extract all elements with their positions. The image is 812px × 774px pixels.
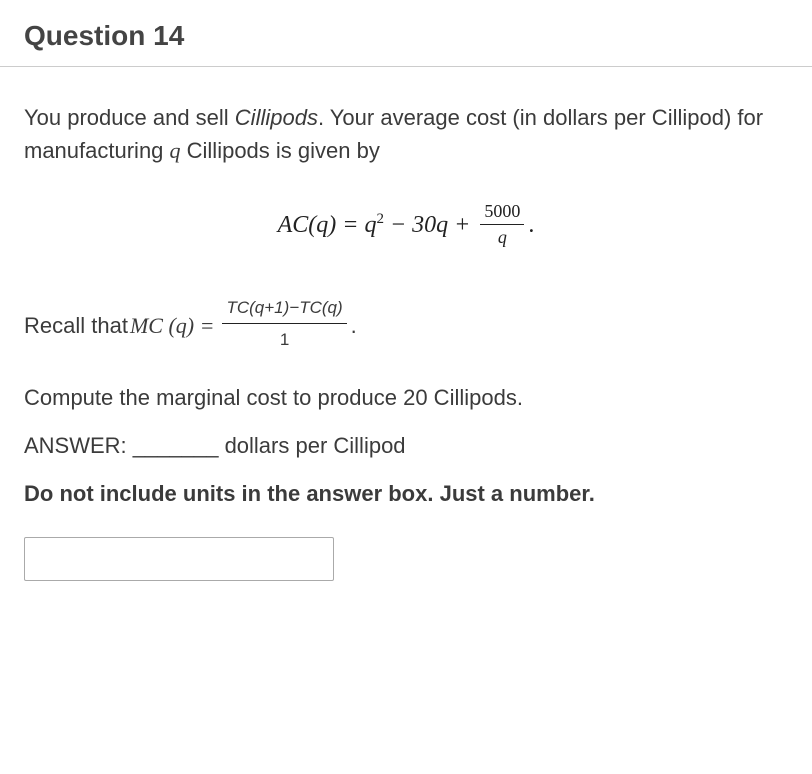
ac-fraction: 5000q (480, 201, 524, 248)
intro-part3: Cillipods is given by (181, 138, 380, 163)
ac-frac-num: 5000 (480, 201, 524, 225)
mc-lhs: MC (q) = (130, 308, 215, 343)
recall-prefix: Recall that (24, 308, 128, 343)
ac-tail: . (528, 212, 534, 238)
mc-frac-den: 1 (222, 324, 346, 353)
mc-tail: . (351, 308, 357, 343)
answer-note: Do not include units in the answer box. … (24, 481, 788, 507)
section-divider (0, 66, 812, 67)
question-title: Question 14 (24, 20, 788, 52)
recall-line: Recall that MC (q) = TC(q+1)−TC(q) 1 . (24, 296, 788, 355)
answer-suffix: dollars per Cillipod (218, 433, 405, 458)
mc-fraction: TC(q+1)−TC(q) 1 (222, 294, 346, 353)
ac-mid: − 30q + (384, 212, 476, 238)
mc-frac-num: TC(q+1)−TC(q) (222, 294, 346, 324)
product-name: Cillipods (235, 105, 318, 130)
ac-frac-den: q (480, 225, 524, 248)
answer-line: ANSWER: _______ dollars per Cillipod (24, 433, 788, 459)
answer-prefix: ANSWER: (24, 433, 133, 458)
intro-part1: You produce and sell (24, 105, 235, 130)
ac-exponent: 2 (376, 211, 384, 227)
answer-blank: _______ (133, 433, 219, 458)
ac-formula: AC(q) = q2 − 30q + 5000q. (24, 203, 788, 250)
answer-input[interactable] (24, 537, 334, 581)
compute-instruction: Compute the marginal cost to produce 20 … (24, 385, 788, 411)
variable-q: q (170, 138, 181, 163)
ac-lhs: AC(q) = q (278, 212, 377, 238)
question-intro: You produce and sell Cillipods. Your ave… (24, 101, 788, 167)
